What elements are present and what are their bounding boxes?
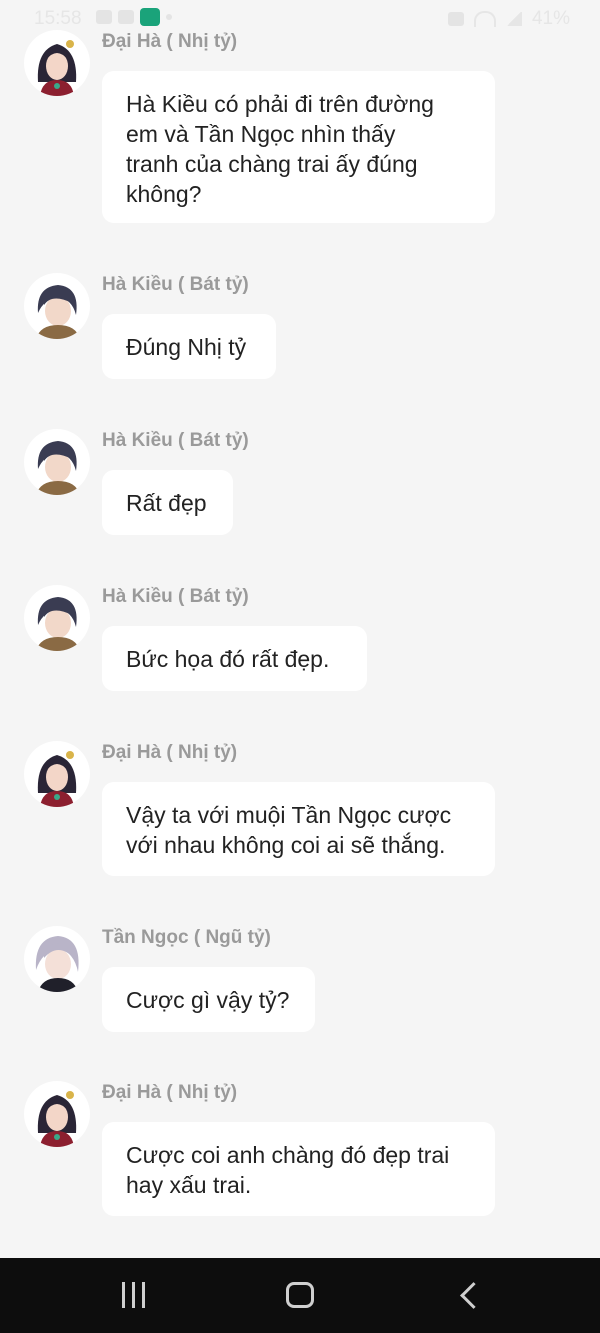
message-bubble[interactable]: Hà Kiều có phải đi trên đường em và Tần … [102, 71, 495, 223]
sender-name: Đại Hà ( Nhị tỷ) [102, 31, 238, 52]
navigation-bar [0, 1258, 600, 1333]
sender-name: Hà Kiều ( Bát tỷ) [102, 586, 249, 607]
sender-name: Hà Kiều ( Bát tỷ) [102, 430, 249, 451]
notification-icons [96, 8, 172, 26]
status-right: 41% [447, 8, 570, 30]
message-bubble[interactable]: Cược gì vậy tỷ? [102, 967, 315, 1032]
message-bubble[interactable]: Vậy ta với muội Tần Ngọc cược với nhau k… [102, 782, 495, 876]
image-icon [96, 10, 112, 24]
youtube-icon [118, 10, 134, 24]
sender-name: Tần Ngọc ( Ngũ tỷ) [102, 927, 271, 948]
home-button[interactable] [286, 1282, 314, 1308]
avatar-dai-ha[interactable] [24, 30, 90, 96]
status-bar: 15:58 41% [0, 0, 600, 36]
message-bubble[interactable]: Đúng Nhị tỷ [102, 314, 276, 379]
message-line: Cược coi anh chàng đó đẹp trai [126, 1142, 450, 1168]
sender-name: Đại Hà ( Nhị tỷ) [102, 742, 238, 763]
message-line: với nhau không coi ai sẽ thắng. [126, 832, 446, 858]
sender-name: Đại Hà ( Nhị tỷ) [102, 1082, 238, 1103]
message-line: hay xấu trai. [126, 1172, 252, 1198]
battery-level: 41% [531, 8, 570, 29]
status-time: 15:58 [34, 8, 82, 29]
message-bubble[interactable]: Cược coi anh chàng đó đẹp trai hay xấu t… [102, 1122, 495, 1216]
back-button[interactable] [458, 1280, 478, 1312]
link-icon [447, 12, 464, 26]
message-line: tranh của chàng trai ấy đúng [126, 151, 418, 177]
signal-icon [505, 12, 522, 26]
recent-apps-button[interactable] [120, 1280, 148, 1312]
app-icon [140, 8, 160, 26]
avatar-ha-kieu[interactable] [24, 585, 90, 651]
avatar-dai-ha[interactable] [24, 741, 90, 807]
message-line: Rất đẹp [126, 490, 207, 516]
message-line: Bức họa đó rất đẹp. [126, 646, 330, 672]
avatar-tan-ngoc[interactable] [24, 926, 90, 992]
message-line: Hà Kiều có phải đi trên đường [126, 91, 434, 117]
wifi-icon [473, 11, 496, 27]
message-bubble[interactable]: Rất đẹp [102, 470, 233, 535]
message-line: Vậy ta với muội Tần Ngọc cược [126, 802, 452, 828]
message-line: Cược gì vậy tỷ? [126, 987, 290, 1013]
avatar-ha-kieu[interactable] [24, 429, 90, 495]
message-line: em và Tần Ngọc nhìn thấy [126, 121, 396, 147]
avatar-ha-kieu[interactable] [24, 273, 90, 339]
sender-name: Hà Kiều ( Bát tỷ) [102, 274, 249, 295]
avatar-dai-ha[interactable] [24, 1081, 90, 1147]
message-line: Đúng Nhị tỷ [126, 334, 247, 360]
message-line: không? [126, 181, 202, 207]
dot-icon [166, 14, 172, 20]
message-bubble[interactable]: Bức họa đó rất đẹp. [102, 626, 367, 691]
